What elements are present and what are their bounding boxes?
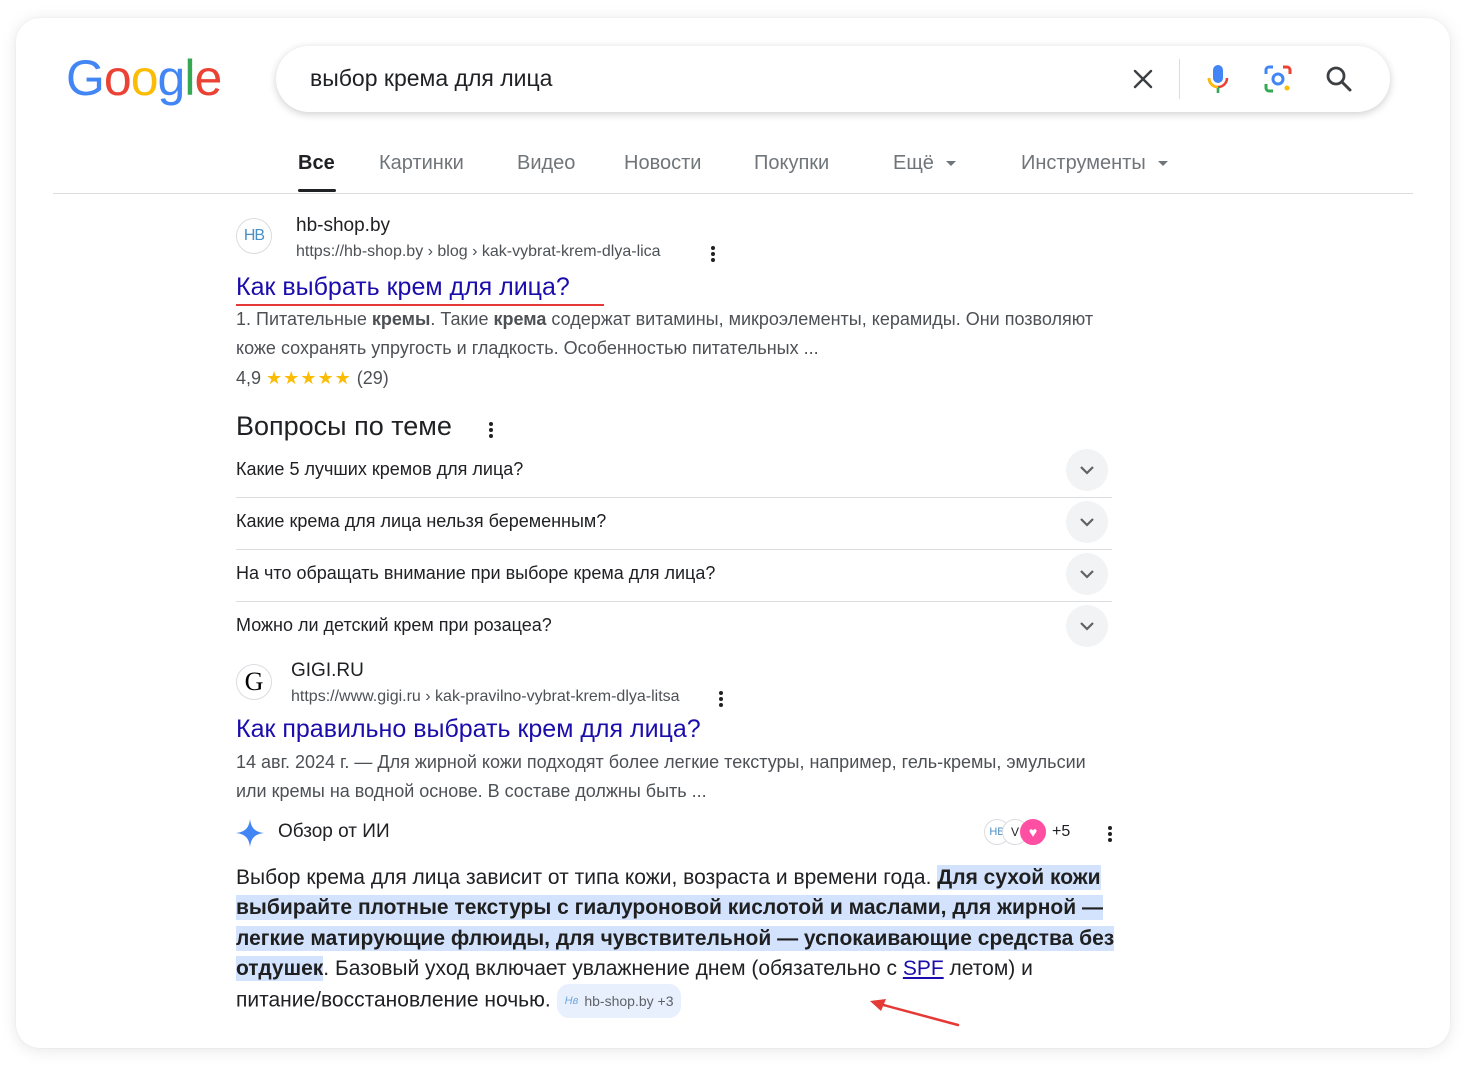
tabs-divider [53,193,1413,194]
tools-label: Инструменты [1021,152,1146,174]
question-text: Можно ли детский крем при розацеа? [236,615,552,635]
result-snippet: 14 авг. 2024 г. — Для жирной кожи подход… [236,752,1086,801]
ai-overview-text: Выбор крема для лица зависит от типа кож… [236,863,1116,1019]
more-sources-count: +5 [1052,823,1071,840]
tools-button[interactable]: Инструменты [1021,152,1168,175]
question-item[interactable]: На что обращать внимание при выборе крем… [236,549,1112,602]
lens-icon[interactable] [1261,62,1295,96]
question-item[interactable]: Можно ли детский крем при розацеа? [236,601,1112,653]
sparkle-icon [234,817,266,849]
related-questions-title: Вопросы по теме [236,411,452,441]
result-title-text: Как выбрать крем для лица? [236,273,570,301]
heart-icon: ♥ [1020,819,1046,845]
chevron-down-icon[interactable] [1066,449,1108,491]
rating-count: (29) [356,368,389,388]
active-tab-indicator [298,189,336,192]
question-text: Какие 5 лучших кремов для лица? [236,459,524,479]
result-site-name[interactable]: hb-shop.by [296,215,390,237]
rating-row: 4,9 ★★★★★ (29) [236,364,1106,393]
red-arrow-annotation [870,999,960,1027]
star-icon: ★★★★★ [266,368,352,388]
hb-shop-favicon[interactable]: HB [236,218,272,254]
source-chip-label: hb-shop.by +3 [584,993,674,1010]
close-icon[interactable] [1128,64,1158,94]
more-options-icon[interactable] [718,689,724,709]
result-title-link[interactable]: Как выбрать крем для лица? [236,273,604,306]
search-divider [1179,59,1180,99]
tab-all[interactable]: Все [298,152,335,175]
more-options-icon[interactable] [488,420,494,440]
result-url[interactable]: https://hb-shop.by › blog › kak-vybrat-k… [296,243,661,261]
search-box[interactable]: выбор крема для лица [276,46,1390,112]
tab-shopping[interactable]: Покупки [754,152,829,175]
more-options-icon[interactable] [710,244,716,264]
result-url[interactable]: https://www.gigi.ru › kak-pravilno-vybra… [291,688,680,706]
question-item[interactable]: Какие крема для лица нельзя беременным? [236,497,1112,550]
result-title-link[interactable]: Как правильно выбрать крем для лица? [236,715,701,744]
rating-value: 4,9 [236,368,262,388]
tab-more-label: Ещё [893,152,934,174]
chevron-down-icon[interactable] [1066,605,1108,647]
tab-videos[interactable]: Видео [517,152,575,175]
tab-news[interactable]: Новости [624,152,701,175]
hb-shop-icon: Hв [564,995,579,1008]
mic-icon[interactable] [1201,62,1235,96]
search-tabs: Все Картинки Видео Новости Покупки Ещё И… [16,142,1450,194]
ai-overview-label: Обзор от ИИ [278,821,390,842]
question-text: На что обращать внимание при выборе крем… [236,563,716,583]
chevron-down-icon [945,161,956,167]
tab-more[interactable]: Ещё [893,152,956,175]
source-chip[interactable]: Hв hb-shop.by +3 [556,984,682,1019]
question-text: Какие крема для лица нельзя беременным? [236,511,607,531]
google-logo[interactable]: Google [66,50,222,106]
more-options-icon[interactable] [1107,824,1113,844]
search-results-card: Google выбор крема для лица Все Картинки… [16,18,1450,1048]
tab-images[interactable]: Картинки [379,152,464,175]
chevron-down-icon[interactable] [1066,501,1108,543]
search-icon[interactable] [1322,62,1356,96]
result-site-name[interactable]: GIGI.RU [291,660,364,682]
gigi-favicon[interactable]: G [236,664,272,700]
chevron-down-icon[interactable] [1066,553,1108,595]
ai-sources[interactable]: HB V ♥ +5 [984,819,1070,845]
spf-link[interactable]: SPF [903,957,944,980]
chevron-down-icon [1157,161,1168,167]
question-item[interactable]: Какие 5 лучших кремов для лица? [236,445,1112,498]
result-snippet: 1. Питательные кремы. Такие крема содерж… [236,309,1094,358]
search-input[interactable]: выбор крема для лица [310,65,552,92]
